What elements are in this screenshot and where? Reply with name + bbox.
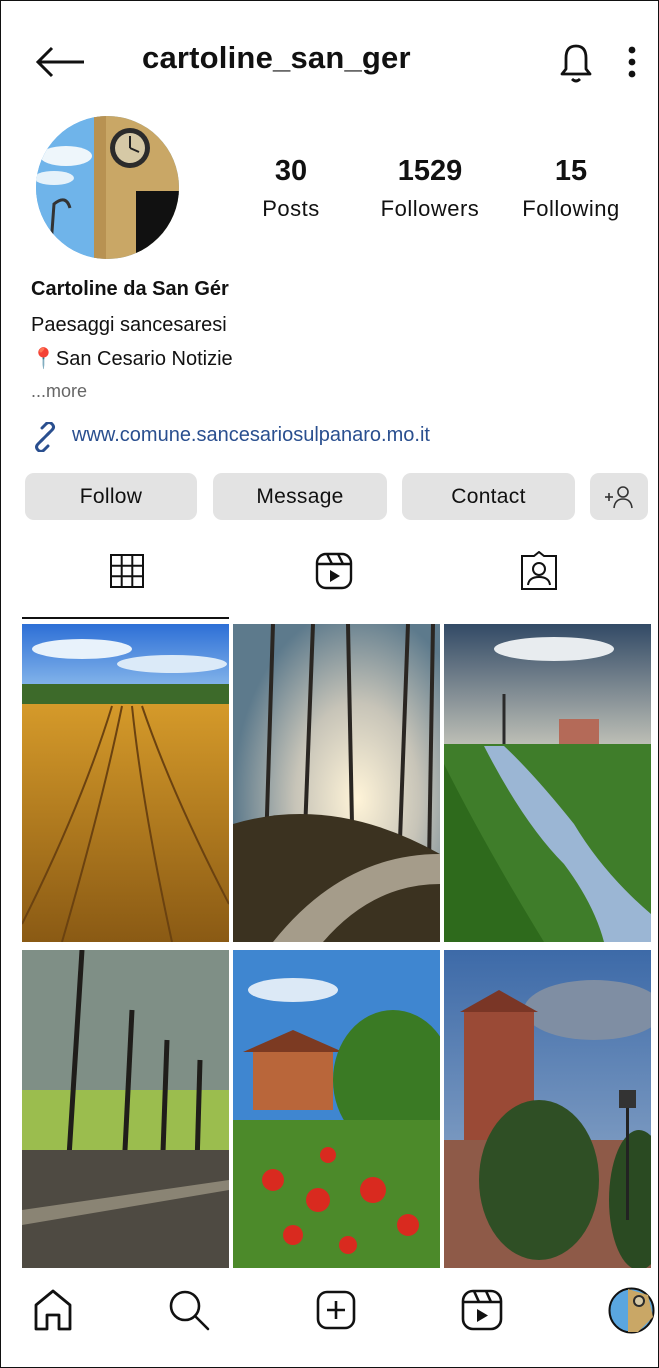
profile-avatar[interactable] [36,116,179,259]
create-icon[interactable] [313,1287,359,1333]
profile-username: cartoline_san_ger [142,40,411,75]
bell-icon[interactable] [556,40,596,86]
stat-posts[interactable]: 30 Posts [216,155,366,222]
contact-button[interactable]: Contact [402,473,575,520]
posts-count: 30 [274,155,308,187]
home-icon[interactable] [30,1287,76,1333]
bio-line: Paesaggi sancesaresi [31,314,227,336]
suggest-users-button[interactable] [590,473,648,520]
reels-nav-icon[interactable] [459,1287,505,1333]
link-icon [35,422,55,452]
follow-button[interactable]: Follow [25,473,197,520]
grid-icon[interactable] [107,551,147,591]
message-button[interactable]: Message [213,473,387,520]
add-user-icon [605,485,633,508]
profile-nav-avatar[interactable] [608,1287,655,1334]
grid-post-tower[interactable] [444,950,651,1268]
back-arrow-icon[interactable] [34,44,88,80]
bio-line-location: 📍San Cesario Notizie [31,348,233,370]
following-count: 15 [554,155,588,187]
website-link[interactable]: www.comune.sancesariosulpanaro.mo.it [72,424,430,447]
more-vertical-icon[interactable] [622,42,642,82]
following-label: Following [522,196,620,221]
grid-post-canal[interactable] [444,624,651,942]
grid-post-avenue[interactable] [22,950,229,1268]
display-name: Cartoline da San Gér [31,278,229,300]
grid-post-poppies[interactable] [233,950,440,1268]
reels-icon[interactable] [314,551,354,591]
followers-label: Followers [380,196,480,221]
active-tab-indicator [22,617,229,619]
grid-post-field[interactable] [22,624,229,942]
stat-followers[interactable]: 1529 Followers [355,155,505,222]
posts-label: Posts [262,196,320,221]
bio-more-link[interactable]: ...more [31,381,87,402]
stat-following[interactable]: 15 Following [496,155,646,222]
search-icon[interactable] [166,1287,212,1333]
followers-count: 1529 [397,155,463,187]
tagged-icon[interactable] [519,551,559,591]
grid-post-trees-path[interactable] [233,624,440,942]
profile-header: cartoline_san_ger [0,30,659,94]
